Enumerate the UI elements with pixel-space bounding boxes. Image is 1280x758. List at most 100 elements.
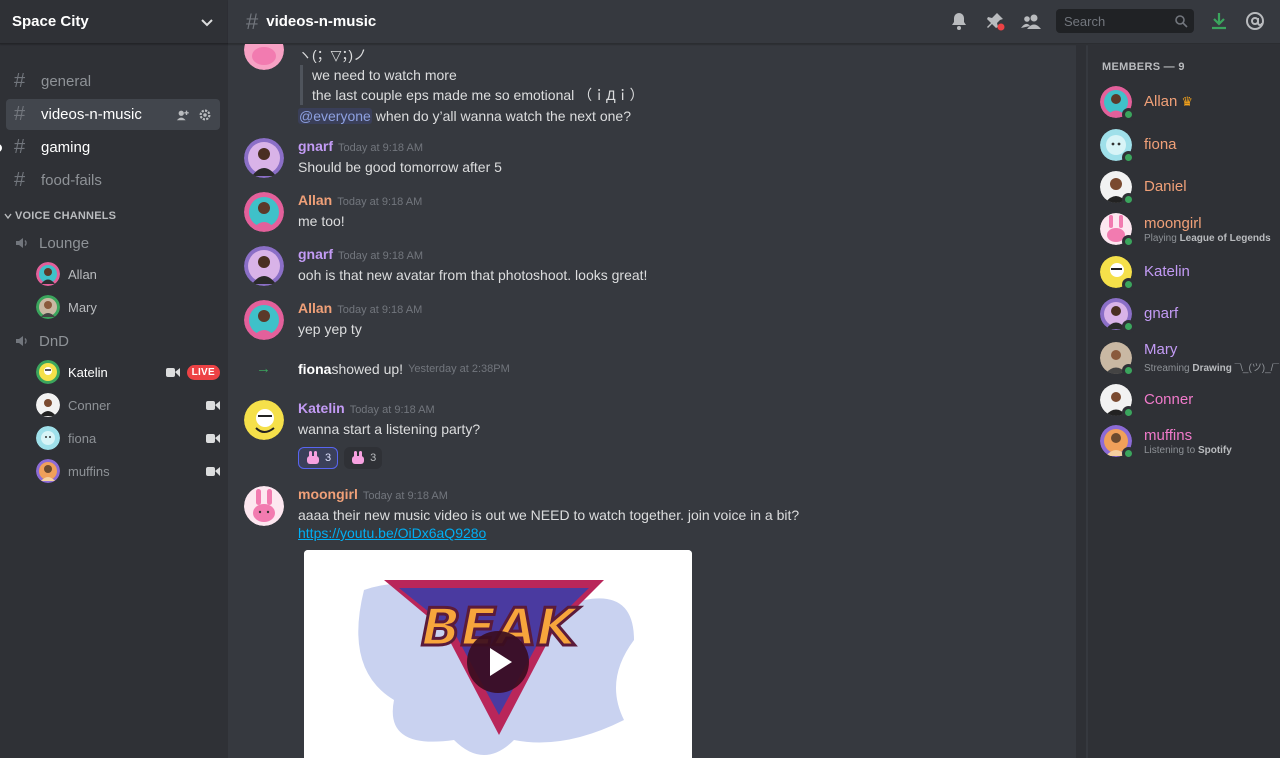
channel-general[interactable]: # general <box>6 66 220 97</box>
member-name: Daniel <box>1144 178 1187 195</box>
avatar <box>1100 425 1135 460</box>
online-status-icon <box>1122 151 1135 164</box>
youtube-link[interactable]: https://youtu.be/OiDx6aQ928o <box>298 525 486 541</box>
message-author[interactable]: Katelin <box>298 400 345 416</box>
camera-icon <box>206 466 220 477</box>
message-author[interactable]: gnarf <box>298 246 333 262</box>
member-moongirl[interactable]: moongirl Playing League of Legends <box>1100 213 1280 248</box>
avatar <box>36 459 60 483</box>
message-text: ヽ(；▽；)ノ <box>298 47 368 63</box>
message-author[interactable]: gnarf <box>298 138 333 154</box>
message-timestamp: Today at 9:18 AM <box>338 142 423 154</box>
member-allan[interactable]: Allan ♛ <box>1100 86 1280 121</box>
channel-videos-n-music[interactable]: # videos-n-music <box>6 99 220 130</box>
avatar[interactable] <box>244 192 284 232</box>
bunny-emoji-icon <box>352 451 365 464</box>
reaction-count: 3 <box>370 452 377 464</box>
member-fiona[interactable]: fiona <box>1100 129 1280 164</box>
message-author[interactable]: Allan <box>298 300 332 316</box>
message-author[interactable]: moongirl <box>298 486 358 502</box>
mentions-icon[interactable] <box>1244 10 1266 32</box>
avatar[interactable] <box>244 400 284 440</box>
message: moongirl Today at 9:18 AM aaaa their new … <box>244 486 1044 543</box>
voice-channel-lounge[interactable]: Lounge <box>6 228 220 258</box>
voice-channel-dnd[interactable]: DnD <box>6 326 220 356</box>
avatar[interactable] <box>244 300 284 340</box>
join-username[interactable]: fiona <box>298 361 331 377</box>
invite-icon[interactable] <box>176 108 190 122</box>
voice-channel-label: Lounge <box>39 234 90 252</box>
video-embed[interactable]: BEAK <box>304 550 692 758</box>
member-name: Conner <box>1144 391 1194 408</box>
chevron-down-icon[interactable] <box>200 15 214 29</box>
message-timestamp: Today at 9:18 AM <box>338 250 423 262</box>
member-katelin[interactable]: Katelin <box>1100 256 1280 291</box>
member-mary[interactable]: Mary Streaming Drawing ¯\_(ツ)_/¯ <box>1100 341 1280 377</box>
avatar <box>36 426 60 450</box>
message-author[interactable]: Allan <box>298 192 332 208</box>
voice-user-name: muffins <box>68 463 110 479</box>
avatar <box>1100 384 1135 419</box>
voice-user-katelin[interactable]: Katelin LIVE <box>36 358 220 386</box>
online-status-icon <box>1122 193 1135 206</box>
hash-icon: # <box>14 103 26 125</box>
video-thumbnail: BEAK <box>304 550 692 758</box>
channel-label: general <box>41 73 92 90</box>
channel-gaming[interactable]: # gaming <box>0 132 220 163</box>
chevron-down-icon <box>4 213 12 220</box>
voice-user-conner[interactable]: Conner <box>36 391 220 419</box>
search-placeholder: Search <box>1064 13 1106 29</box>
settings-gear-icon[interactable] <box>198 108 212 122</box>
message-text: yep yep ty <box>298 321 362 337</box>
download-icon[interactable] <box>1208 10 1230 32</box>
member-gnarf[interactable]: gnarf <box>1100 298 1280 333</box>
camera-icon <box>165 367 180 378</box>
voice-channels-category[interactable]: VOICE CHANNELS <box>4 210 228 222</box>
chat-scrollbar[interactable] <box>1076 44 1086 758</box>
avatar[interactable] <box>244 246 284 286</box>
avatar[interactable] <box>244 138 284 178</box>
voice-user-muffins[interactable]: muffins <box>36 457 220 485</box>
block-quote: we need to watch more the last couple ep… <box>300 65 1044 105</box>
everyone-mention[interactable]: @everyone <box>298 108 372 124</box>
member-muffins[interactable]: muffins Listening to Spotify <box>1100 425 1280 460</box>
message-text: ooh is that new avatar from that photosh… <box>298 267 648 283</box>
message-timestamp: Today at 9:18 AM <box>337 304 423 316</box>
message-timestamp: Today at 9:18 AM <box>349 404 435 416</box>
message-text: Should be good tomorrow after 5 <box>298 159 502 175</box>
reaction-button[interactable]: 3 <box>344 447 383 469</box>
message: Allan Today at 9:18 AM yep yep ty <box>244 300 1044 340</box>
reaction-bar: 3 3 <box>298 447 1044 469</box>
pinned-messages-icon[interactable] <box>984 10 1006 32</box>
crown-icon: ♛ <box>1181 94 1194 109</box>
message-timestamp: Today at 9:18 AM <box>362 490 448 502</box>
avatar <box>1100 341 1135 377</box>
message-text: me too! <box>298 213 345 229</box>
voice-user-name: Conner <box>68 397 111 413</box>
member-list-icon[interactable] <box>1020 10 1042 32</box>
message: gnarf Today at 9:18 AM ooh is that new av… <box>244 246 1044 286</box>
voice-user-allan[interactable]: Allan <box>36 260 220 288</box>
voice-user-fiona[interactable]: fiona <box>36 424 220 452</box>
search-input[interactable]: Search <box>1056 9 1194 33</box>
reaction-button[interactable]: 3 <box>298 447 339 469</box>
speaker-icon <box>16 336 27 346</box>
text-channel-list: # general # videos-n-music # gaming # fo… <box>0 44 228 485</box>
member-activity: Listening to Spotify <box>1144 444 1232 456</box>
member-list-title: MEMBERS — 9 <box>1102 61 1185 73</box>
avatar[interactable] <box>244 486 284 526</box>
message-text: aaaa their new music video is out we NEE… <box>298 507 800 523</box>
server-header[interactable]: Space City <box>0 0 228 44</box>
join-text: showed up! <box>331 360 404 377</box>
camera-icon <box>206 433 220 444</box>
member-conner[interactable]: Conner <box>1100 384 1280 419</box>
live-badge: LIVE <box>186 364 220 380</box>
channel-food-fails[interactable]: # food-fails <box>6 165 220 196</box>
member-daniel[interactable]: Daniel <box>1100 171 1280 206</box>
avatar <box>244 44 284 70</box>
message-list[interactable]: ヽ(；▽；)ノ we need to watch more the last c… <box>228 44 1076 758</box>
quote-line: we need to watch more <box>312 67 457 83</box>
notification-bell-icon[interactable] <box>948 10 970 32</box>
voice-user-mary[interactable]: Mary <box>36 293 220 321</box>
join-timestamp: Yesterday at 2:38PM <box>408 362 510 375</box>
